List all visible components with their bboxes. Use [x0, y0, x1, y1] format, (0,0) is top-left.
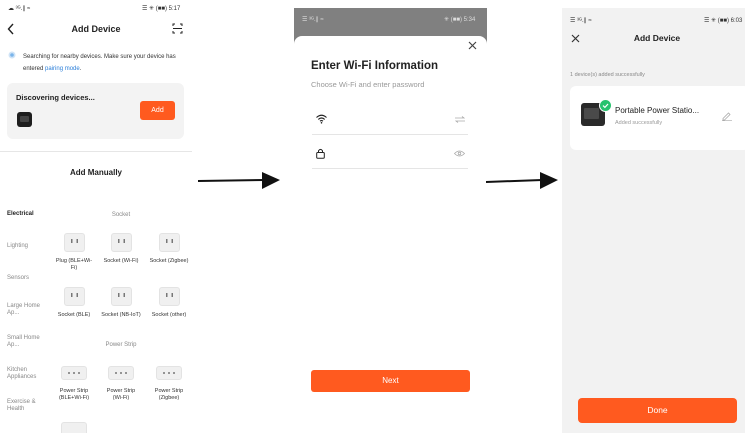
added-count-text: 1 device(s) added successfully — [570, 72, 645, 78]
device-label: Socket (NB-IoT) — [101, 312, 141, 318]
device-status: Added successfully — [615, 120, 663, 126]
lock-icon — [316, 148, 325, 159]
wifi-name-field[interactable] — [312, 108, 468, 135]
device-label: Plug (BLE+Wi-Fi) — [55, 258, 93, 271]
device-label: Socket (Zigbee) — [149, 258, 189, 264]
status-bar-left: ☁ ³ᴳ.∥ ≈ — [8, 6, 31, 12]
status-bar-left: ☰ ³ᴳ.∥ ≈ — [302, 17, 324, 23]
status-bar-right: ✳ (■■) 5:34 — [444, 17, 476, 23]
device-label: Socket (BLE) — [57, 312, 91, 318]
section-socket-title: Socket — [111, 212, 131, 218]
switch-network-icon[interactable] — [455, 116, 465, 123]
status-bar-right: ☰ ✳ (■■) 6:03 — [704, 18, 743, 24]
device-label: Power Strip (Wi-Fi) — [106, 388, 136, 401]
device-tile[interactable]: Socket (BLE) — [54, 287, 94, 319]
discovering-label: Discovering devices... — [16, 93, 95, 102]
search-radar-icon — [8, 51, 16, 59]
category-small-home-appliances[interactable]: Small Home Ap... — [7, 335, 43, 349]
socket-icon — [63, 233, 85, 252]
device-label: Power Strip (BLE+Wi-Fi) — [58, 388, 90, 401]
back-icon[interactable] — [7, 23, 15, 35]
status-bar-right: ☰ ✳ (■■) 5:17 — [142, 6, 181, 12]
socket-icon — [110, 287, 132, 306]
device-added-screen: ☰ ³ᴳ.∥ ≈ ☰ ✳ (■■) 6:03 Add Device 1 devi… — [562, 8, 745, 433]
device-thumbnail — [17, 112, 32, 127]
flow-arrow-icon — [486, 171, 558, 191]
socket-icon — [110, 233, 132, 252]
device-tile[interactable]: Power Strip (Wi-Fi) — [101, 366, 141, 402]
next-button[interactable]: Next — [311, 370, 470, 392]
category-kitchen-appliances[interactable]: Kitchen Appliances — [7, 367, 47, 381]
scan-icon[interactable] — [172, 23, 183, 34]
eye-icon[interactable] — [454, 150, 465, 157]
edit-icon[interactable] — [722, 112, 732, 121]
device-tile[interactable]: Socket (other) — [149, 287, 189, 319]
category-electrical[interactable]: Electrical — [7, 211, 34, 218]
category-lighting[interactable]: Lighting — [7, 243, 28, 250]
socket-icon — [63, 287, 85, 306]
password-field[interactable] — [312, 142, 468, 169]
device-tile[interactable]: Power Strip (BLE+Wi-Fi) — [54, 366, 94, 402]
power-strip-icon — [61, 366, 87, 380]
device-label: Socket (other) — [151, 312, 187, 318]
dialog-title: Enter Wi-Fi Information — [311, 60, 439, 72]
device-name: Portable Power Statio... — [615, 106, 700, 115]
discovering-card: Discovering devices... Add — [7, 83, 184, 139]
dialog-subtitle: Choose Wi-Fi and enter password — [311, 80, 425, 89]
device-tile[interactable]: Socket (Wi-Fi) — [101, 233, 141, 265]
status-bar-left: ☰ ³ᴳ.∥ ≈ — [570, 18, 592, 24]
page-title: Add Device — [71, 24, 121, 34]
divider — [0, 151, 192, 152]
category-sensors[interactable]: Sensors — [7, 275, 29, 282]
done-button[interactable]: Done — [578, 398, 737, 423]
device-tile[interactable]: Socket (Zigbee) — [149, 233, 189, 265]
close-icon[interactable] — [468, 41, 477, 50]
add-device-screen: ☁ ³ᴳ.∥ ≈ ☰ ✳ (■■) 5:17 Add Device Search… — [0, 0, 192, 433]
socket-icon — [158, 287, 180, 306]
power-strip-icon — [61, 422, 87, 433]
category-large-home-appliances[interactable]: Large Home Ap... — [7, 303, 43, 317]
wifi-dialog: Enter Wi-Fi Information Choose Wi-Fi and… — [294, 36, 487, 433]
power-strip-icon — [108, 366, 134, 380]
section-power-strip-title: Power Strip — [105, 342, 137, 348]
info-text: Searching for nearby devices. Make sure … — [23, 54, 176, 72]
device-tile[interactable]: Plug (BLE+Wi-Fi) — [54, 233, 94, 272]
add-manually-heading: Add Manually — [69, 168, 122, 177]
page-title: Add Device — [633, 33, 681, 43]
category-exercise-health[interactable]: Exercise & Health — [7, 399, 47, 413]
flow-arrow-icon — [198, 171, 280, 191]
device-label: Power Strip (Zigbee) — [154, 388, 184, 401]
check-icon — [599, 99, 612, 112]
close-icon[interactable] — [571, 34, 580, 43]
power-strip-icon — [156, 366, 182, 380]
add-button[interactable]: Add — [140, 101, 175, 120]
pairing-mode-link[interactable]: pairing mode — [45, 66, 80, 72]
wifi-icon — [316, 114, 327, 124]
wifi-info-screen: ☰ ³ᴳ.∥ ≈ ✳ (■■) 5:34 Enter Wi-Fi Informa… — [294, 8, 487, 433]
device-label: Socket (Wi-Fi) — [103, 258, 139, 264]
device-tile[interactable]: Socket (NB-IoT) — [101, 287, 141, 319]
device-tile[interactable]: Power Strip (Zigbee) — [149, 366, 189, 402]
socket-icon — [158, 233, 180, 252]
added-device-card[interactable]: Portable Power Statio... Added successfu… — [570, 86, 745, 150]
